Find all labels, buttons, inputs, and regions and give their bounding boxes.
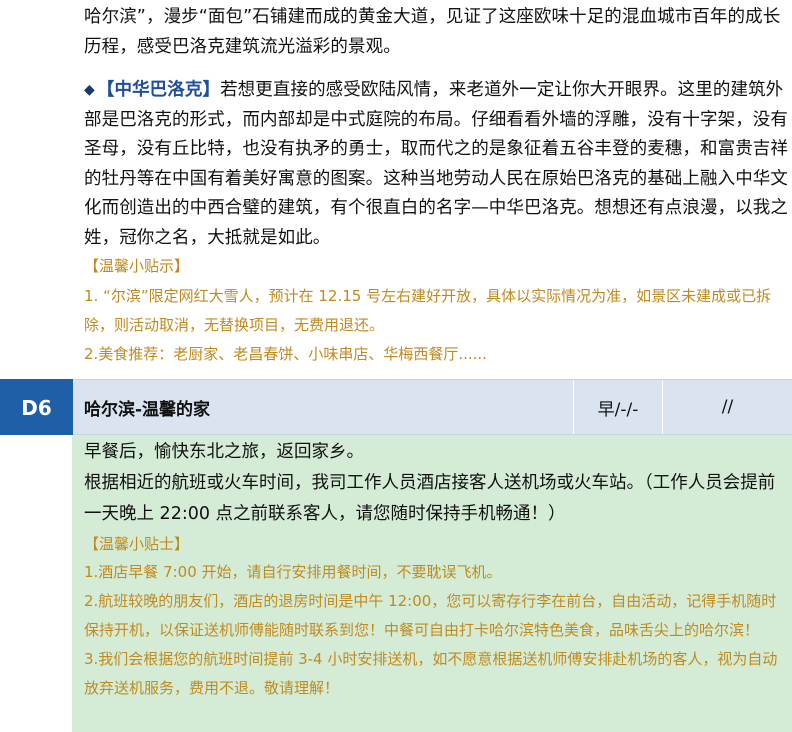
day-hotel: // (721, 397, 734, 417)
day-header-row: D6 哈尔滨-温馨的家 早/-/- // (0, 379, 792, 436)
diamond-bullet-icon: ◆ (84, 82, 95, 98)
intro-paragraph: 哈尔滨”，漫步“面包”石铺建而成的黄金大道，见证了这座欧味十足的混血城市百年的成… (84, 7, 781, 57)
tip-item: 2.美食推荐：老厨家、老昌春饼、小味串店、华梅西餐厅...... (84, 345, 487, 363)
day-title: 哈尔滨-温馨的家 (84, 399, 211, 420)
highlight-text: 若想更直接的感受欧陆风情，来老道外一定让你大开眼界。这里的建筑外部是巴洛克的形式… (84, 80, 788, 248)
day-body-content: 早餐后，愉快东北之旅，返回家乡。 根据相近的航班或火车时间，我司工作人员酒店接客… (84, 437, 790, 703)
tip-item: 1. “尔滨”限定网红大雪人，预计在 12.15 号左右建好开放，具体以实际情况… (84, 287, 772, 334)
tip-item: 3.我们会根据您的航班时间提前 3-4 小时安排送机，如不愿意根据送机师傅安排赴… (84, 650, 778, 697)
itinerary-line: 早餐后，愉快东北之旅，返回家乡。 (84, 442, 364, 462)
day-badge: D6 (0, 379, 73, 436)
highlight-paragraph: ◆ 【中华巴洛克】若想更直接的感受欧陆风情，来老道外一定让你大开眼界。这里的建筑外… (84, 76, 788, 253)
day-body-section: 早餐后，愉快东北之旅，返回家乡。 根据相近的航班或火车时间，我司工作人员酒店接客… (0, 435, 792, 732)
tips-title: 【温馨小贴示】 (84, 257, 190, 275)
tips-title: 【温馨小贴士】 (84, 535, 190, 553)
attraction-section: 哈尔滨”，漫步“面包”石铺建而成的黄金大道，见证了这座欧味十足的混血城市百年的成… (0, 0, 792, 379)
highlight-title: 【中华巴洛克】 (96, 80, 221, 100)
itinerary-line: 根据相近的航班或火车时间，我司工作人员酒店接客人送机场或火车站。（工作人员会提前… (84, 473, 776, 524)
left-gutter (0, 435, 72, 732)
tip-item: 1.酒店早餐 7:00 开始，请自行安排用餐时间，不要耽误飞机。 (84, 563, 502, 581)
attraction-content: 哈尔滨”，漫步“面包”石铺建而成的黄金大道，见证了这座欧味十足的混血城市百年的成… (84, 0, 788, 369)
tip-item: 2.航班较晚的朋友们，酒店的退房时间是中午 12:00，您可以寄存行李在前台，自… (84, 592, 777, 639)
day-meals: 早/-/- (597, 399, 639, 420)
left-gutter (0, 0, 72, 379)
